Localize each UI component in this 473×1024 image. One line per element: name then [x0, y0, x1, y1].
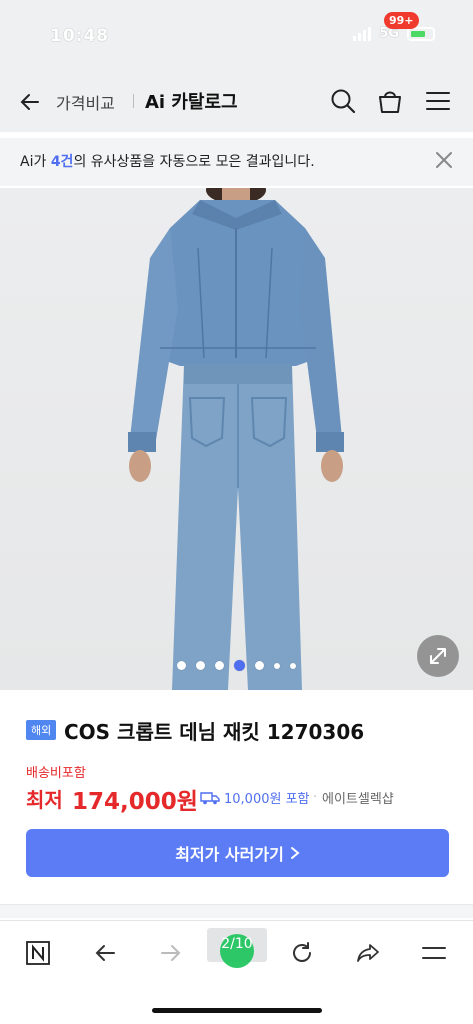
truck-icon — [200, 791, 220, 804]
naver-home-button[interactable] — [22, 937, 54, 969]
expand-icon — [430, 648, 446, 664]
hamburger-icon — [422, 947, 446, 959]
pagination-dot-6[interactable] — [274, 662, 280, 669]
status-time: 10:48 — [50, 26, 110, 46]
search-icon — [331, 89, 356, 114]
buy-button-label: 최저가 사러가기 — [175, 845, 284, 864]
ai-notice-text: Ai가 4건의 유사상품을 자동으로 모은 결과입니다. — [20, 151, 315, 171]
pagination-dot-3[interactable] — [215, 661, 224, 670]
naver-logo-icon — [26, 941, 50, 965]
browser-back-button[interactable] — [89, 937, 121, 969]
shipping-included-label: 배송비포함 — [26, 766, 86, 781]
arrow-left-icon — [20, 94, 39, 110]
search-button[interactable] — [328, 86, 358, 116]
buy-lowest-price-button[interactable]: 최저가 사러가기 — [26, 829, 449, 877]
browser-menu-button[interactable] — [418, 937, 450, 969]
cart-button[interactable] — [374, 86, 406, 116]
page-title: Ai 카탈로그 — [145, 92, 238, 113]
signal-icon — [353, 26, 372, 41]
cart-count-badge: 99+ — [384, 12, 419, 29]
pagination-dot-5[interactable] — [255, 661, 264, 670]
expand-image-button[interactable] — [417, 635, 459, 677]
delivery-fee: 10,000원 포함 — [200, 788, 310, 807]
home-indicator[interactable] — [152, 1008, 322, 1013]
overseas-badge: 해외 — [26, 720, 57, 740]
info-separator: · — [313, 790, 318, 805]
pagination-dot-4[interactable] — [234, 660, 245, 671]
ai-notice-count: 4건 — [50, 154, 74, 170]
pagination-dot-7[interactable] — [290, 662, 296, 669]
seller-name[interactable]: 에이트셀렉샵 — [322, 788, 394, 807]
menu-button[interactable] — [424, 88, 452, 114]
tab-counter: 2/10 — [221, 936, 253, 952]
breadcrumb-divider — [133, 94, 134, 108]
hamburger-icon — [426, 92, 450, 110]
back-button[interactable] — [14, 86, 46, 118]
lowest-price: 174,000원 — [72, 789, 198, 815]
status-bar: 10:48 5G — [0, 0, 473, 72]
banner-close-button[interactable] — [432, 148, 456, 172]
ai-notice-prefix: Ai가 — [20, 154, 51, 170]
pagination-dot-2[interactable] — [196, 661, 205, 670]
ai-notice-suffix: 의 유사상품을 자동으로 모은 결과입니다. — [73, 154, 315, 170]
delivery-fee-text: 10,000원 포함 — [224, 792, 310, 807]
reload-icon — [293, 942, 311, 962]
product-name: COS 크롭트 데님 재킷 1270306 — [64, 720, 365, 744]
top-navigation: 가격비교 Ai 카탈로그 — [0, 72, 473, 132]
ai-notice-banner: Ai가 4건의 유사상품을 자동으로 모은 결과입니다. — [0, 138, 473, 186]
browser-forward-button[interactable] — [155, 937, 187, 969]
share-icon — [357, 944, 379, 962]
denim-outfit-illustration — [128, 188, 344, 690]
shopping-bag-icon — [379, 91, 401, 113]
reload-button[interactable] — [286, 937, 318, 969]
chevron-right-icon — [290, 847, 300, 859]
arrow-right-icon — [161, 945, 181, 961]
share-button[interactable] — [352, 937, 384, 969]
image-pagination — [0, 660, 473, 671]
pagination-dot-1[interactable] — [177, 661, 186, 670]
section-divider — [0, 904, 473, 918]
close-icon — [436, 152, 452, 168]
arrow-left-icon — [95, 945, 115, 961]
product-image[interactable] — [0, 188, 473, 690]
lowest-price-label: 최저 — [26, 788, 63, 812]
app-screen: 10:48 5G 가격비교 Ai 카탈로그 99+ Ai가 4건의 유사상품을 … — [0, 0, 473, 1024]
breadcrumb-price-compare[interactable]: 가격비교 — [56, 90, 115, 114]
